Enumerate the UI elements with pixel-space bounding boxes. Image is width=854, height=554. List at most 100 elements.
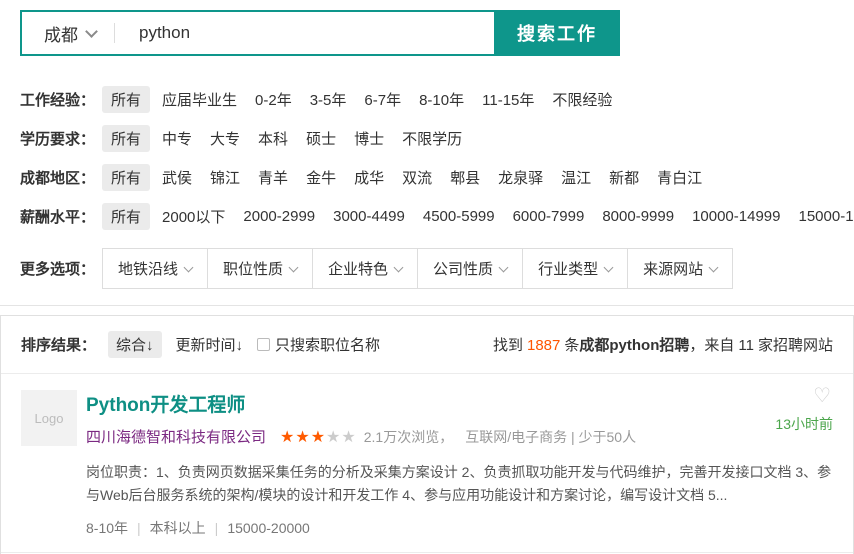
filter-option[interactable]: 大专 <box>210 128 240 149</box>
search-bar: 成都 搜索工作 <box>20 10 620 56</box>
search-button[interactable]: 搜索工作 <box>494 10 620 56</box>
filter-option[interactable]: 青羊 <box>258 167 288 188</box>
dropdown-company-feature[interactable]: 企业特色 <box>312 249 417 288</box>
filter-label: 学历要求： <box>20 128 102 149</box>
filter-option-selected[interactable]: 所有 <box>102 203 150 230</box>
job-requirements: 8-10年本科以上15000-20000 <box>86 518 833 538</box>
filter-option[interactable]: 双流 <box>402 167 432 188</box>
filter-option[interactable]: 11-15年 <box>482 89 534 110</box>
dropdown-company-nature[interactable]: 公司性质 <box>417 249 522 288</box>
job-card: Logo Python开发工程师 四川海德智和科技有限公司 ★★★★★ 2.1万… <box>1 374 853 552</box>
filter-option[interactable]: 不限学历 <box>402 128 462 149</box>
stars-empty: ★★ <box>326 429 357 446</box>
filter-panel: 工作经验： 所有 应届毕业生 0-2年 3-5年 6-7年 8-10年 11-1… <box>20 86 854 230</box>
filter-option[interactable]: 中专 <box>162 128 192 149</box>
chevron-down-icon <box>184 262 194 272</box>
summary-text: 条 <box>564 337 579 354</box>
filter-option[interactable]: 硕士 <box>306 128 336 149</box>
chevron-down-icon <box>709 262 719 272</box>
company-link[interactable]: 四川海德智和科技有限公司 <box>86 426 266 447</box>
filter-label: 成都地区： <box>20 167 102 188</box>
city-select-value: 成都 <box>44 21 78 46</box>
result-summary: 找到1887条成都python招聘，来自11家招聘网站 <box>493 334 833 355</box>
filter-option[interactable]: 2000以下 <box>162 206 225 227</box>
filter-option[interactable]: 新都 <box>609 167 639 188</box>
filter-option[interactable]: 应届毕业生 <box>162 89 237 110</box>
stars-filled: ★★★ <box>280 429 326 446</box>
industry-and-size: 互联网/电子商务 | 少于50人 <box>465 427 636 447</box>
logo-text: Logo <box>35 411 64 426</box>
filter-row-experience: 工作经验： 所有 应届毕业生 0-2年 3-5年 6-7年 8-10年 11-1… <box>20 86 854 113</box>
title-only-filter[interactable]: 只搜索职位名称 <box>257 334 380 355</box>
sort-bar: 排序结果： 综合↓ 更新时间↓ 只搜索职位名称 找到1887条成都python招… <box>1 316 853 374</box>
search-input-group: 成都 <box>20 10 494 56</box>
city-select-dropdown[interactable]: 成都 <box>22 12 114 54</box>
filter-option[interactable]: 3-5年 <box>310 89 347 110</box>
favorite-heart-icon[interactable]: ♡ <box>813 386 831 406</box>
filter-row-salary: 薪酬水平： 所有 2000以下 2000-2999 3000-4499 4500… <box>20 203 854 230</box>
filter-row-district: 成都地区： 所有 武侯 锦江 青羊 金牛 成华 双流 郫县 龙泉驿 温江 新都 … <box>20 164 854 191</box>
filter-option[interactable]: 10000-14999 <box>692 208 780 225</box>
dropdown-subway[interactable]: 地铁沿线 <box>103 249 207 288</box>
title-only-checkbox[interactable] <box>257 338 270 351</box>
dropdown-label: 行业类型 <box>538 258 598 279</box>
site-count: 11 <box>738 337 754 354</box>
summary-text: 家招聘网站 <box>758 337 833 354</box>
more-options-row: 更多选项： 地铁沿线 职位性质 企业特色 公司性质 行业类型 来源网站 <box>20 248 854 289</box>
filter-option[interactable]: 武侯 <box>162 167 192 188</box>
filter-option[interactable]: 温江 <box>561 167 591 188</box>
dropdown-industry[interactable]: 行业类型 <box>522 249 627 288</box>
filter-option[interactable]: 8000-9999 <box>602 208 674 225</box>
filter-option[interactable]: 8-10年 <box>419 89 464 110</box>
search-input[interactable] <box>115 12 494 54</box>
job-title-link[interactable]: Python开发工程师 <box>86 390 245 417</box>
dropdown-source-site[interactable]: 来源网站 <box>627 249 732 288</box>
chevron-down-icon <box>394 262 404 272</box>
chevron-down-icon <box>289 262 299 272</box>
filter-label: 薪酬水平： <box>20 206 102 227</box>
section-divider <box>0 305 854 306</box>
filter-option[interactable]: 郫县 <box>450 167 480 188</box>
filter-option[interactable]: 6000-7999 <box>513 208 585 225</box>
filter-option[interactable]: 3000-4499 <box>333 208 405 225</box>
checkbox-label: 只搜索职位名称 <box>275 334 380 355</box>
sort-label: 排序结果： <box>21 334 96 355</box>
sort-by-time-button[interactable]: 更新时间↓ <box>176 334 244 355</box>
filter-row-education: 学历要求： 所有 中专 大专 本科 硕士 博士 不限学历 <box>20 125 854 152</box>
result-keyword: 成都python招聘 <box>579 337 689 354</box>
filter-option-selected[interactable]: 所有 <box>102 125 150 152</box>
filter-option[interactable]: 不限经验 <box>552 89 612 110</box>
post-time: 13小时前 <box>775 414 833 434</box>
job-body: Python开发工程师 四川海德智和科技有限公司 ★★★★★ 2.1万次浏览， … <box>86 390 833 538</box>
requirement-experience: 8-10年 <box>86 520 128 536</box>
filter-option[interactable]: 成华 <box>354 167 384 188</box>
dropdown-label: 来源网站 <box>643 258 703 279</box>
star-rating: ★★★★★ <box>280 427 357 447</box>
filter-label: 工作经验： <box>20 89 102 110</box>
filter-option[interactable]: 2000-2999 <box>243 208 315 225</box>
filter-option[interactable]: 4500-5999 <box>423 208 495 225</box>
filter-option[interactable]: 青白江 <box>657 167 702 188</box>
sort-comprehensive-button[interactable]: 综合↓ <box>108 331 162 358</box>
company-logo-placeholder: Logo <box>21 390 77 446</box>
job-description: 岗位职责：1、负责网页数据采集任务的分析及采集方案设计 2、负责抓取功能开发与代… <box>86 461 833 507</box>
filter-option[interactable]: 15000-19999 <box>798 208 854 225</box>
views-count: 2.1万次浏览， <box>364 427 453 447</box>
dropdown-label: 公司性质 <box>433 258 493 279</box>
filter-option[interactable]: 金牛 <box>306 167 336 188</box>
summary-text: ，来自 <box>689 337 734 354</box>
chevron-down-icon <box>499 262 509 272</box>
requirement-salary: 15000-20000 <box>206 520 310 536</box>
result-count: 1887 <box>527 337 560 354</box>
filter-option-selected[interactable]: 所有 <box>102 164 150 191</box>
filter-option[interactable]: 龙泉驿 <box>498 167 543 188</box>
dropdown-label: 地铁沿线 <box>118 258 178 279</box>
filter-option[interactable]: 锦江 <box>210 167 240 188</box>
filter-option[interactable]: 本科 <box>258 128 288 149</box>
filter-option[interactable]: 博士 <box>354 128 384 149</box>
requirement-education: 本科以上 <box>128 520 206 536</box>
filter-option[interactable]: 0-2年 <box>255 89 292 110</box>
filter-option[interactable]: 6-7年 <box>364 89 401 110</box>
filter-option-selected[interactable]: 所有 <box>102 86 150 113</box>
dropdown-job-type[interactable]: 职位性质 <box>207 249 312 288</box>
